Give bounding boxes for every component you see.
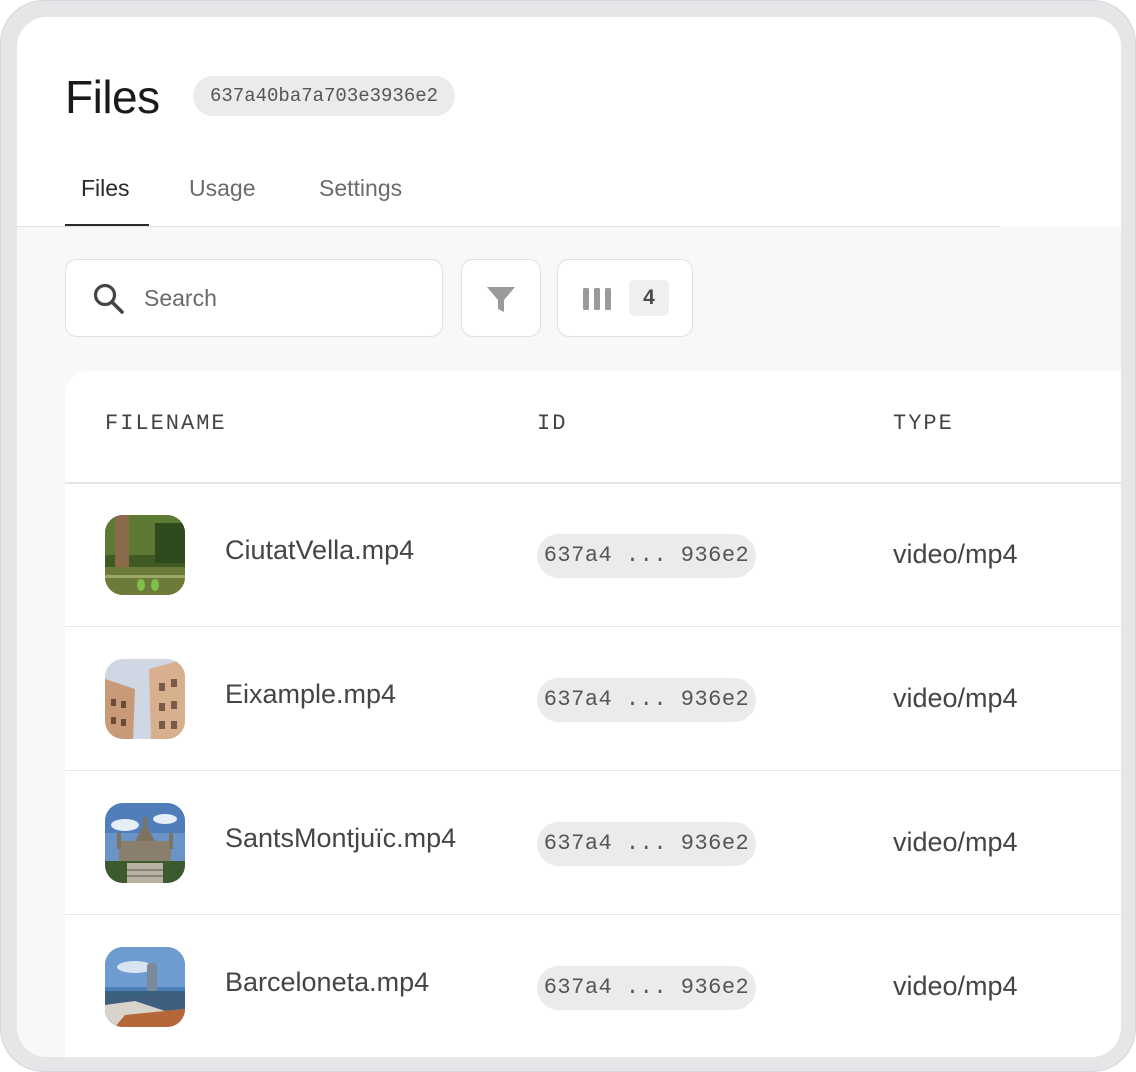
filename: SantsMontjuïc.mp4: [225, 823, 457, 853]
column-header-filename[interactable]: FILENAME: [105, 411, 227, 436]
column-count-badge: 4: [629, 280, 669, 316]
columns-button[interactable]: 4: [557, 259, 693, 337]
page-title: Files: [65, 71, 160, 123]
files-content: 4 FILENAME ID TYPE: [17, 227, 1121, 1057]
file-id-chip[interactable]: 637a4 ... 936e2: [537, 678, 756, 722]
file-thumbnail: [105, 803, 185, 883]
filename: CiutatVella.mp4: [225, 535, 415, 565]
tab-usage[interactable]: Usage: [189, 167, 255, 227]
montjuic-palace-thumbnail-icon: [105, 803, 185, 883]
file-id-chip[interactable]: 637a4 ... 936e2: [537, 966, 756, 1010]
project-id-badge[interactable]: 637a40ba7a703e3936e2: [193, 76, 456, 116]
eixample-thumbnail-icon: [105, 659, 185, 739]
columns-icon: [583, 288, 611, 310]
column-header-type[interactable]: TYPE: [893, 411, 954, 436]
table-row[interactable]: SantsMontjuïc.mp4 637a4 ... 936e2 video/…: [65, 771, 1121, 915]
file-type: video/mp4: [893, 539, 1018, 569]
file-thumbnail: [105, 947, 185, 1027]
file-type: video/mp4: [893, 971, 1018, 1001]
table-row[interactable]: CiutatVella.mp4 637a4 ... 936e2 video/mp…: [65, 483, 1121, 627]
file-type: video/mp4: [893, 683, 1018, 713]
table-row[interactable]: Barceloneta.mp4 637a4 ... 936e2 video/mp…: [65, 915, 1121, 1057]
file-thumbnail: [105, 659, 185, 739]
file-thumbnail: [105, 515, 185, 595]
filename: Eixample.mp4: [225, 679, 397, 709]
tab-files[interactable]: Files: [81, 167, 130, 227]
files-table: FILENAME ID TYPE CiutatVella.mp4 637a4 .…: [65, 371, 1121, 1057]
file-id-chip[interactable]: 637a4 ... 936e2: [537, 534, 756, 578]
file-id-chip[interactable]: 637a4 ... 936e2: [537, 822, 756, 866]
app-window: Files 637a40ba7a703e3936e2 Files Usage S…: [17, 17, 1121, 1057]
filename: Barceloneta.mp4: [225, 967, 430, 997]
filter-button[interactable]: [461, 259, 541, 337]
table-row[interactable]: Eixample.mp4 637a4 ... 936e2 video/mp4: [65, 627, 1121, 771]
tab-settings[interactable]: Settings: [319, 167, 402, 227]
search-input[interactable]: [144, 280, 424, 316]
beach-thumbnail-icon: [105, 947, 185, 1027]
page-header: Files 637a40ba7a703e3936e2 Files Usage S…: [17, 17, 1121, 227]
park-pond-thumbnail-icon: [105, 515, 185, 595]
file-type: video/mp4: [893, 827, 1018, 857]
app-frame: Files 637a40ba7a703e3936e2 Files Usage S…: [0, 0, 1136, 1072]
funnel-icon: [487, 287, 515, 312]
column-header-id[interactable]: ID: [537, 411, 567, 436]
search-field[interactable]: [65, 259, 443, 337]
search-icon: [93, 283, 124, 314]
